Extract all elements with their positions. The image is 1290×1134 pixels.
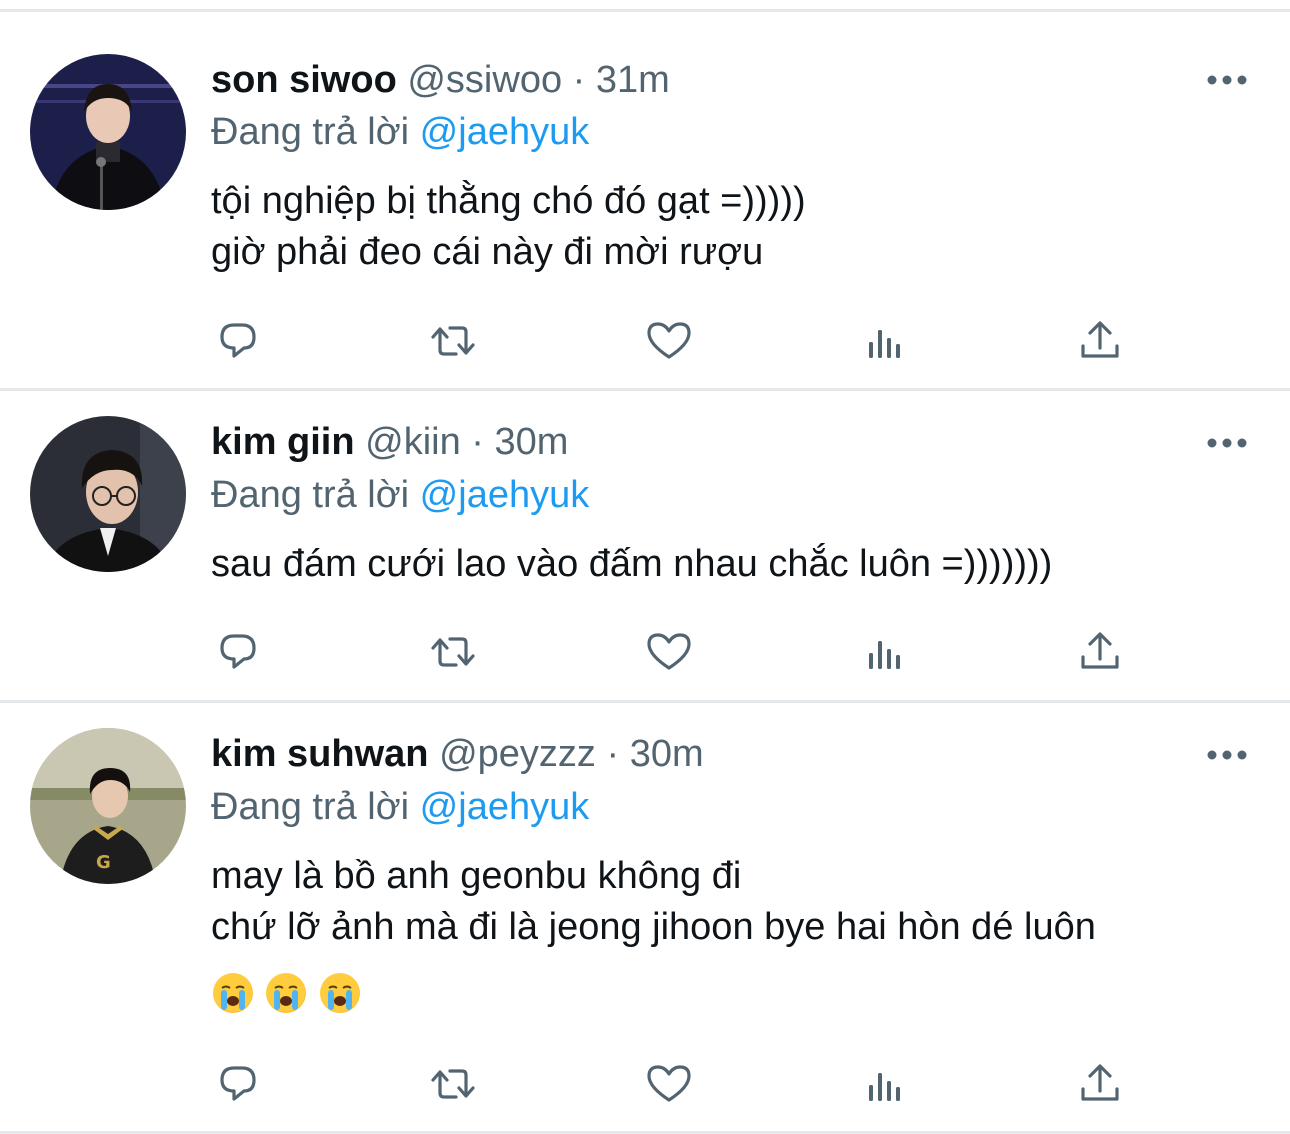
- retweet-button[interactable]: [428, 627, 478, 677]
- tweet-header: kim suhwan @peyzzz · 30m: [211, 728, 704, 780]
- separator: ·: [606, 733, 620, 775]
- reply-button[interactable]: [213, 627, 263, 677]
- share-icon: [1081, 1064, 1119, 1101]
- divider: [0, 700, 1290, 703]
- tweet-header: son siwoo @ssiwoo · 31m: [211, 54, 670, 106]
- reply-prefix: Đang trả lời: [211, 474, 410, 516]
- divider: [0, 388, 1290, 391]
- share-icon: [1081, 321, 1119, 358]
- loudly-crying-face-emoji: [266, 973, 306, 1013]
- retweet-icon: [431, 326, 475, 356]
- timestamp[interactable]: 30m: [495, 421, 569, 463]
- loudly-crying-face-emoji: [320, 973, 360, 1013]
- reply-context: Đang trả lời @jaehyuk: [211, 781, 589, 833]
- like-button[interactable]: [644, 316, 694, 366]
- reply-mention[interactable]: @jaehyuk: [420, 474, 590, 516]
- reply-icon: [220, 634, 256, 669]
- share-button[interactable]: [1075, 316, 1125, 366]
- retweet-button[interactable]: [428, 1059, 478, 1109]
- tweet-header: kim giin @kiin · 30m: [211, 416, 568, 468]
- timestamp[interactable]: 30m: [630, 733, 704, 775]
- display-name[interactable]: son siwoo: [211, 59, 397, 101]
- reply-button[interactable]: [213, 1059, 263, 1109]
- retweet-icon: [431, 637, 475, 667]
- retweet-button[interactable]: [428, 316, 478, 366]
- handle[interactable]: @ssiwoo: [407, 59, 562, 101]
- reply-icon: [220, 323, 256, 358]
- tweet-text-line: tội nghiệp bị thằng chó đó gạt =))))): [211, 180, 806, 222]
- like-icon: [647, 322, 691, 359]
- views-button[interactable]: [860, 1059, 910, 1109]
- like-button[interactable]: [644, 627, 694, 677]
- avatar[interactable]: G: [30, 728, 186, 884]
- like-icon: [647, 633, 691, 670]
- tweet-text-line: may là bồ anh geonbu không đi: [211, 855, 742, 897]
- loudly-crying-face-emoji: [213, 973, 253, 1013]
- separator: ·: [471, 421, 484, 463]
- reply-prefix: Đang trả lời: [211, 786, 410, 828]
- divider: [0, 9, 1290, 12]
- tweet-text-line: sau đám cưới lao vào đấm nhau chắc luôn …: [211, 543, 1053, 585]
- views-icon: [869, 1073, 900, 1101]
- retweet-icon: [431, 1069, 475, 1099]
- reply-icon: [220, 1066, 256, 1101]
- reply-prefix: Đang trả lời: [211, 111, 410, 153]
- more-options-icon[interactable]: [1205, 436, 1249, 450]
- reply-mention[interactable]: @jaehyuk: [420, 786, 590, 828]
- avatar[interactable]: [30, 416, 186, 572]
- svg-text:G: G: [96, 852, 111, 873]
- handle[interactable]: @kiin: [365, 421, 461, 463]
- display-name[interactable]: kim giin: [211, 421, 355, 463]
- views-icon: [869, 330, 900, 358]
- tweet-text-line: giờ phải đeo cái này đi mời rượu: [211, 231, 764, 273]
- more-options-icon[interactable]: [1205, 748, 1249, 762]
- avatar[interactable]: [30, 54, 186, 210]
- reply-button[interactable]: [213, 316, 263, 366]
- like-button[interactable]: [644, 1059, 694, 1109]
- separator: ·: [572, 59, 586, 101]
- timestamp[interactable]: 31m: [596, 59, 670, 101]
- share-button[interactable]: [1075, 1059, 1125, 1109]
- more-options-icon[interactable]: [1205, 73, 1249, 87]
- reply-context: Đang trả lời @jaehyuk: [211, 469, 589, 521]
- reply-context: Đang trả lời @jaehyuk: [211, 106, 589, 158]
- views-button[interactable]: [860, 627, 910, 677]
- reply-mention[interactable]: @jaehyuk: [420, 111, 590, 153]
- views-icon: [869, 641, 900, 669]
- handle[interactable]: @peyzzz: [439, 733, 596, 775]
- share-button[interactable]: [1075, 627, 1125, 677]
- views-button[interactable]: [860, 316, 910, 366]
- display-name[interactable]: kim suhwan: [211, 733, 429, 775]
- like-icon: [647, 1065, 691, 1102]
- tweet-text-line: chứ lỡ ảnh mà đi là jeong jihoon bye hai…: [211, 906, 1096, 948]
- share-icon: [1081, 632, 1119, 669]
